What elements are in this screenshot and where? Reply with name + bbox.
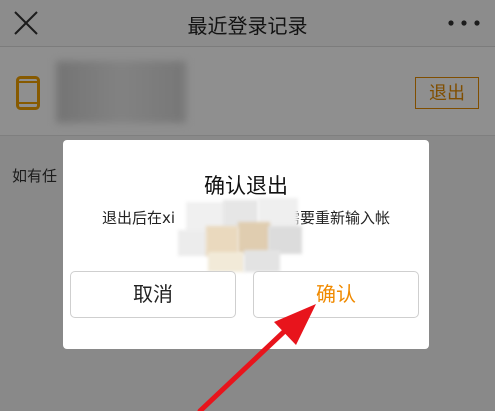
dialog-message-prefix: 退出后在xi (101, 209, 176, 227)
cancel-button[interactable]: 取消 (70, 271, 236, 318)
confirm-button[interactable]: 确认 (253, 271, 419, 318)
confirm-logout-dialog: 确认退出 退出后在xi 需要重新输入帐 取消 确认 (63, 140, 429, 349)
redaction-mosaic (168, 192, 318, 272)
